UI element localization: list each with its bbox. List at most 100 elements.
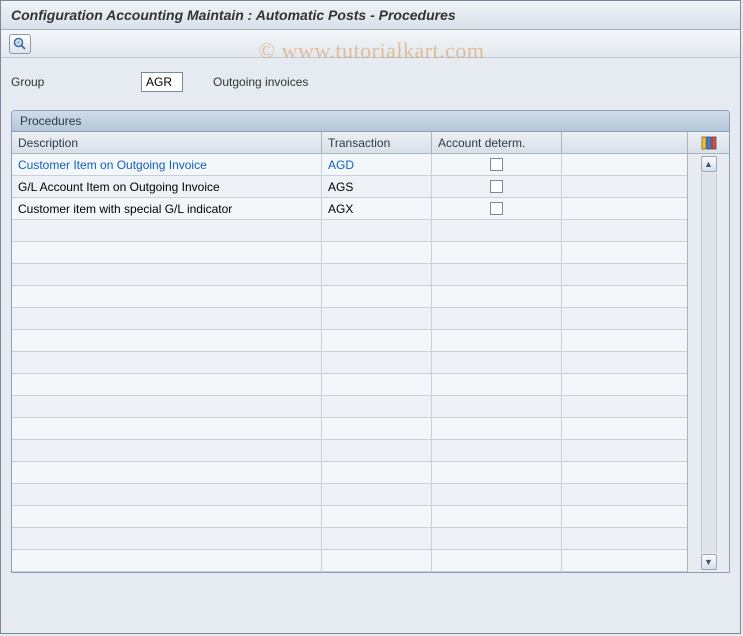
- cell-empty: [12, 550, 322, 571]
- cell-empty: [322, 264, 432, 285]
- procedures-panel: Procedures Description Transaction Accou…: [11, 110, 730, 573]
- column-header-transaction[interactable]: Transaction: [322, 132, 432, 153]
- cell-empty: [322, 528, 432, 549]
- cell-empty: [12, 462, 322, 483]
- cell-empty: [562, 286, 687, 307]
- table-row[interactable]: G/L Account Item on Outgoing InvoiceAGS: [12, 176, 687, 198]
- cell-empty: [562, 264, 687, 285]
- cell-empty: [12, 506, 322, 527]
- column-header-account-determ[interactable]: Account determ.: [432, 132, 562, 153]
- cell-spacer: [562, 154, 687, 175]
- table-row[interactable]: [12, 462, 687, 484]
- table-row[interactable]: [12, 440, 687, 462]
- scroll-up-button[interactable]: ▲: [701, 156, 717, 172]
- table-row[interactable]: [12, 484, 687, 506]
- cell-empty: [562, 330, 687, 351]
- cell-empty: [12, 484, 322, 505]
- cell-spacer: [562, 198, 687, 219]
- table-row[interactable]: [12, 264, 687, 286]
- cell-empty: [562, 308, 687, 329]
- cell-empty: [432, 462, 562, 483]
- cell-empty: [322, 374, 432, 395]
- group-label: Group: [11, 75, 131, 89]
- column-header-description[interactable]: Description: [12, 132, 322, 153]
- group-input[interactable]: [141, 72, 183, 92]
- group-row: Group Outgoing invoices: [1, 58, 740, 110]
- scroll-track[interactable]: [701, 173, 717, 553]
- account-determ-checkbox[interactable]: [490, 202, 503, 215]
- cell-empty: [562, 484, 687, 505]
- cell-empty: [12, 418, 322, 439]
- grid-header-row: Description Transaction Account determ.: [12, 132, 687, 154]
- app-window: Configuration Accounting Maintain : Auto…: [0, 0, 741, 634]
- cell-empty: [12, 396, 322, 417]
- cell-empty: [322, 352, 432, 373]
- cell-empty: [562, 220, 687, 241]
- cell-transaction: AGX: [322, 198, 432, 219]
- table-row[interactable]: [12, 330, 687, 352]
- cell-empty: [322, 484, 432, 505]
- vertical-scrollbar[interactable]: ▲ ▼: [688, 154, 729, 572]
- cell-empty: [562, 374, 687, 395]
- table-row[interactable]: Customer Item on Outgoing InvoiceAGD: [12, 154, 687, 176]
- table-row[interactable]: [12, 550, 687, 572]
- cell-empty: [432, 264, 562, 285]
- cell-empty: [562, 352, 687, 373]
- account-determ-checkbox[interactable]: [490, 158, 503, 171]
- cell-empty: [432, 330, 562, 351]
- cell-description: G/L Account Item on Outgoing Invoice: [12, 176, 322, 197]
- cell-empty: [322, 396, 432, 417]
- cell-empty: [432, 308, 562, 329]
- cell-empty: [432, 352, 562, 373]
- column-header-spacer: [562, 132, 687, 153]
- account-determ-checkbox[interactable]: [490, 180, 503, 193]
- cell-empty: [432, 440, 562, 461]
- cell-empty: [562, 550, 687, 571]
- cell-empty: [322, 286, 432, 307]
- cell-empty: [12, 330, 322, 351]
- cell-empty: [432, 418, 562, 439]
- cell-description: Customer item with special G/L indicator: [12, 198, 322, 219]
- table-row[interactable]: [12, 374, 687, 396]
- table-row[interactable]: [12, 242, 687, 264]
- cell-empty: [322, 550, 432, 571]
- cell-empty: [432, 528, 562, 549]
- cell-empty: [12, 308, 322, 329]
- choose-detail-button[interactable]: [9, 34, 31, 54]
- cell-empty: [562, 418, 687, 439]
- cell-empty: [432, 550, 562, 571]
- cell-empty: [432, 484, 562, 505]
- cell-empty: [12, 440, 322, 461]
- cell-spacer: [562, 176, 687, 197]
- table-row[interactable]: [12, 418, 687, 440]
- cell-empty: [562, 528, 687, 549]
- cell-empty: [12, 528, 322, 549]
- cell-empty: [12, 242, 322, 263]
- table-row[interactable]: [12, 506, 687, 528]
- cell-empty: [432, 506, 562, 527]
- table-row[interactable]: Customer item with special G/L indicator…: [12, 198, 687, 220]
- cell-empty: [12, 286, 322, 307]
- cell-empty: [322, 242, 432, 263]
- cell-description[interactable]: Customer Item on Outgoing Invoice: [12, 154, 322, 175]
- cell-empty: [562, 506, 687, 527]
- cell-empty: [322, 330, 432, 351]
- scroll-down-button[interactable]: ▼: [701, 554, 717, 570]
- group-description: Outgoing invoices: [213, 75, 308, 89]
- cell-empty: [562, 396, 687, 417]
- cell-transaction: AGD: [322, 154, 432, 175]
- table-row[interactable]: [12, 220, 687, 242]
- table-row[interactable]: [12, 352, 687, 374]
- table-settings-icon: [701, 136, 717, 150]
- table-row[interactable]: [12, 286, 687, 308]
- table-row[interactable]: [12, 308, 687, 330]
- cell-empty: [562, 462, 687, 483]
- cell-empty: [432, 286, 562, 307]
- table-settings-button[interactable]: [688, 132, 729, 154]
- cell-empty: [432, 396, 562, 417]
- cell-empty: [12, 264, 322, 285]
- cell-empty: [322, 220, 432, 241]
- table-row[interactable]: [12, 396, 687, 418]
- cell-account-determ: [432, 198, 562, 219]
- table-row[interactable]: [12, 528, 687, 550]
